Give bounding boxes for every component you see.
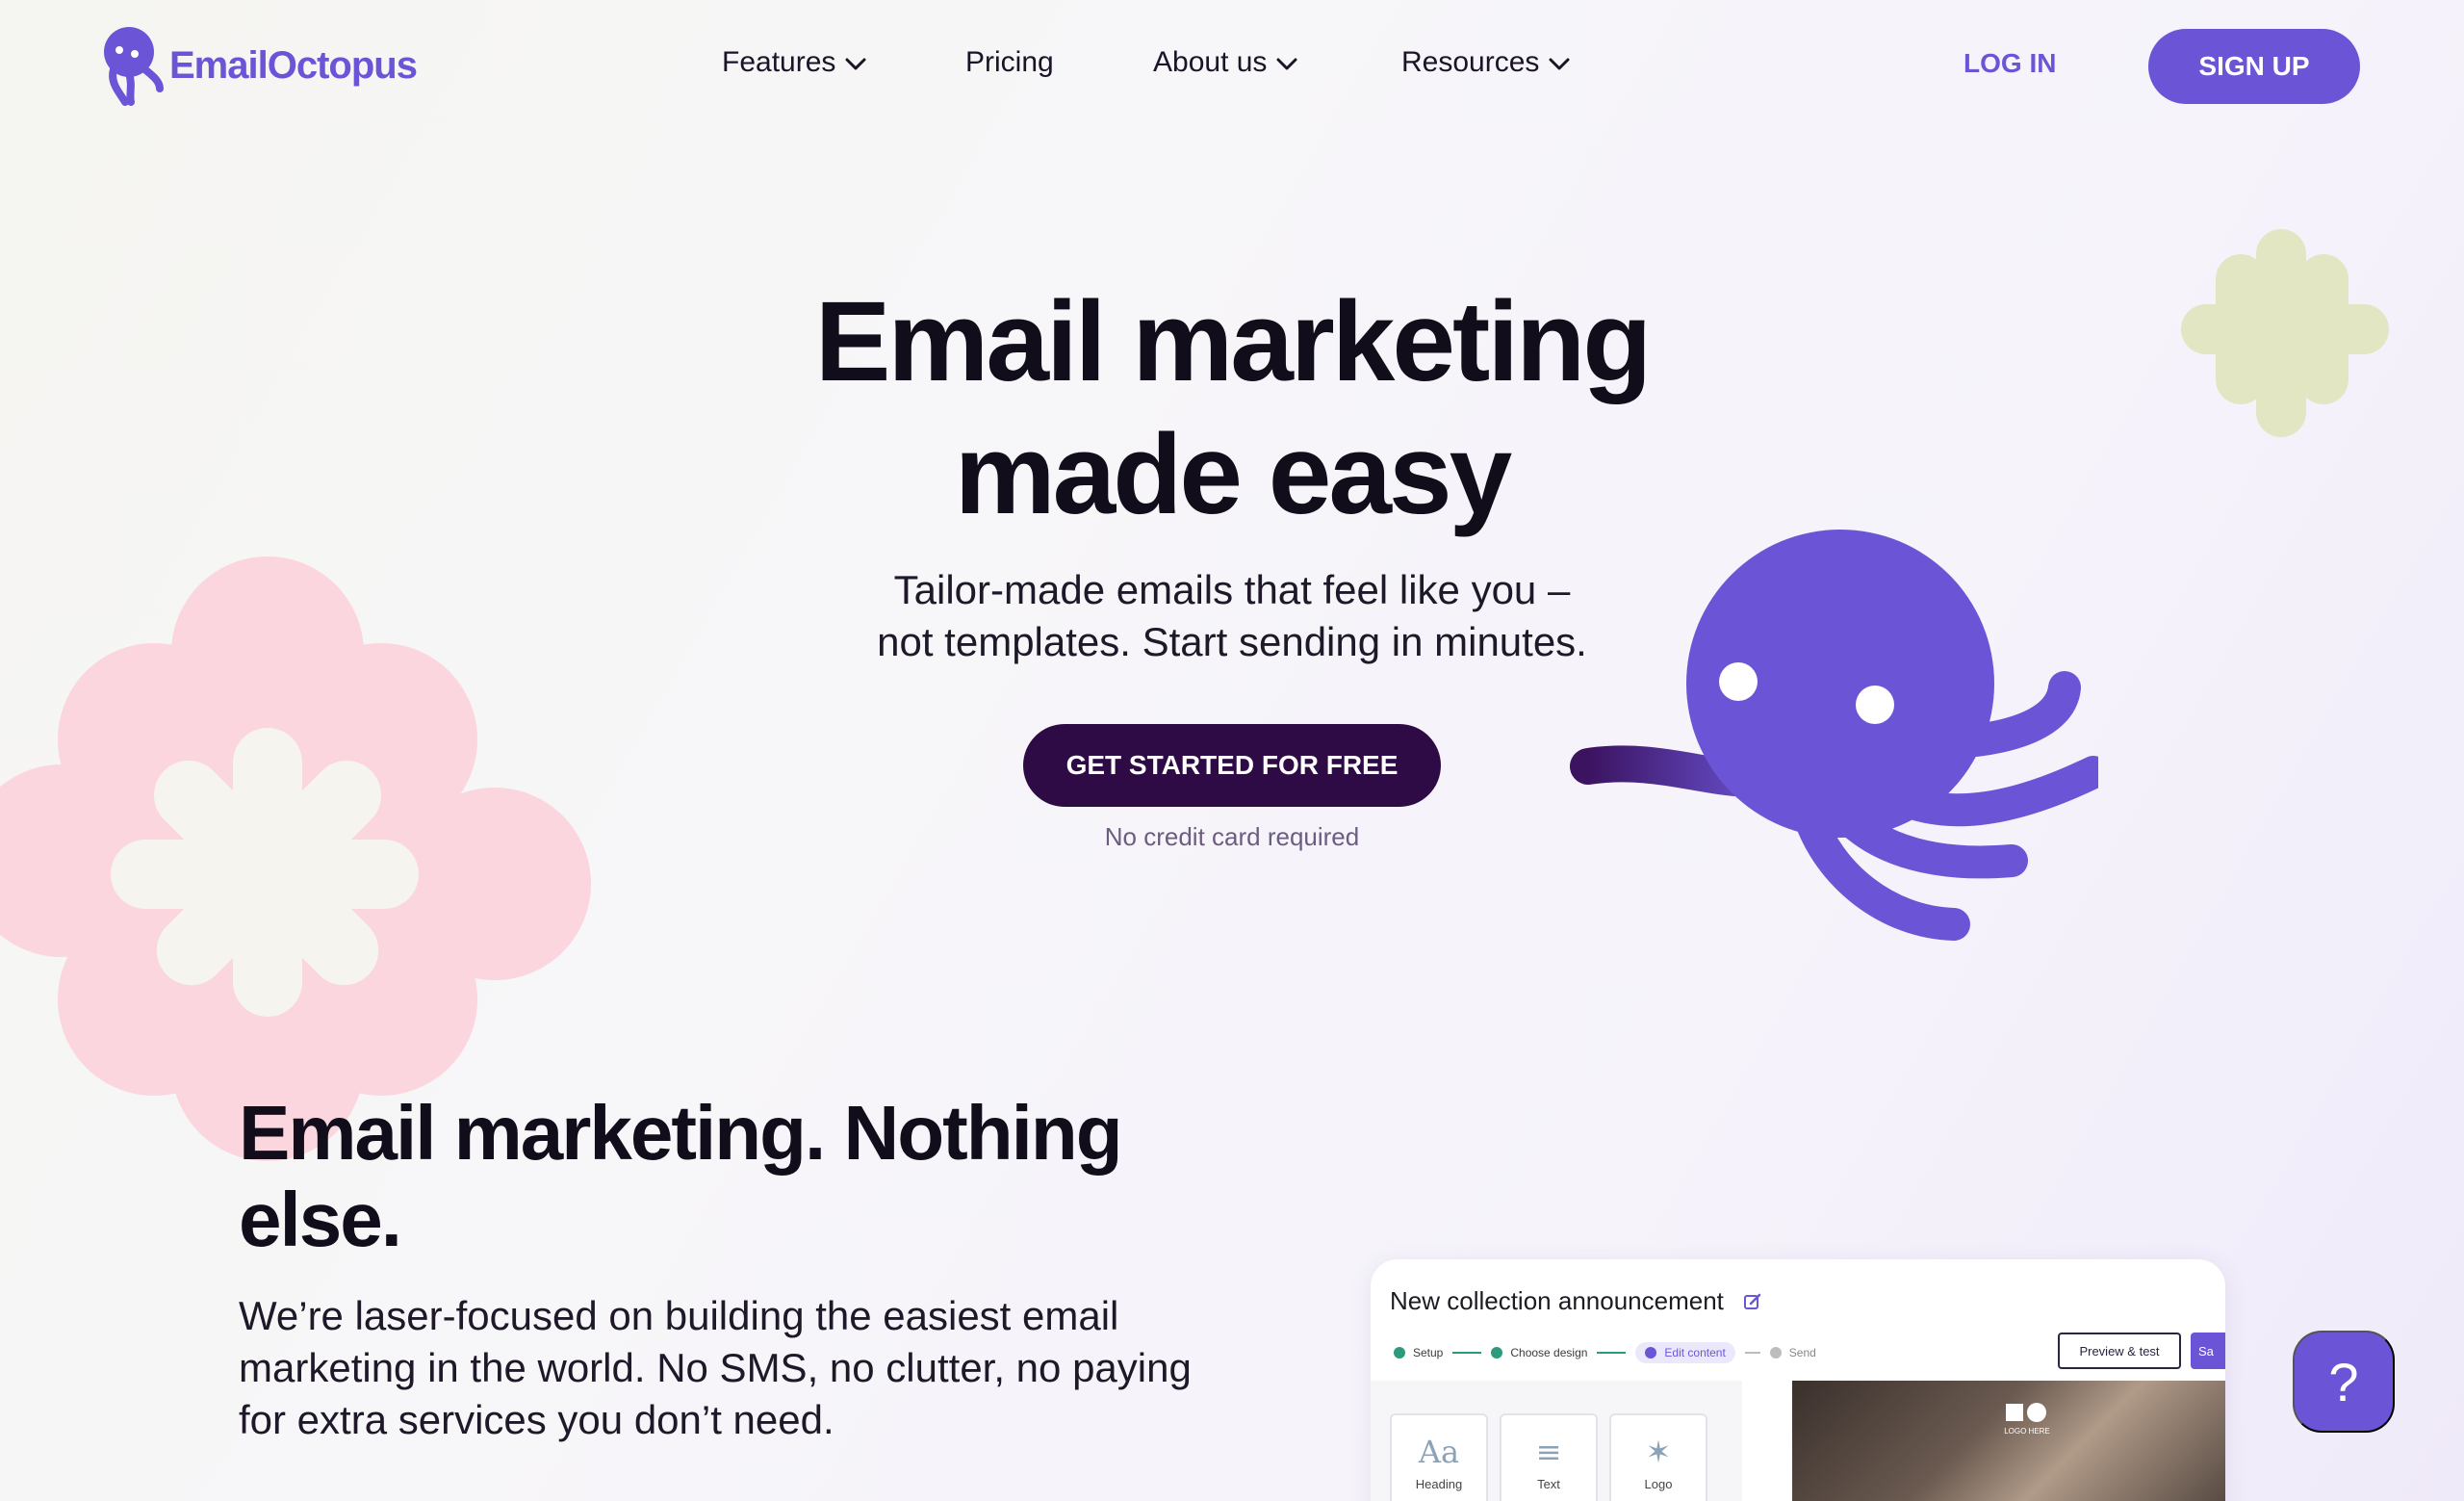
chevron-down-icon [845,58,866,70]
nav-about[interactable]: About us [1153,46,1297,79]
block-label: Logo [1644,1477,1673,1491]
logo-here-label: LOGO HERE [2004,1427,2050,1436]
brand-logo[interactable]: EmailOctopus [100,25,418,106]
signup-button[interactable]: SIGN UP [2148,29,2360,104]
nav-resources-label: Resources [1401,46,1540,78]
logo-star-icon: ✶ [1645,1434,1672,1470]
nav-pricing-label: Pricing [965,46,1054,78]
photo-logo-placeholder: LOGO HERE [2004,1400,2050,1436]
email-hero-photo: LOGO HERE [1792,1381,2225,1501]
preview-title-row: New collection announcement [1390,1286,1762,1316]
nav-resources[interactable]: Resources [1401,46,1570,79]
step-label: Choose design [1510,1346,1588,1359]
step-choose-design[interactable]: Choose design [1491,1346,1587,1359]
hero-title-line2: made easy [954,411,1513,538]
campaign-name: New collection announcement [1390,1286,1724,1315]
block-logo[interactable]: ✶ Logo [1609,1413,1707,1501]
nav-features[interactable]: Features [722,46,866,79]
hero-title-line1: Email marketing [814,278,1653,405]
check-icon [1394,1347,1405,1359]
content-blocks-panel: Aa Heading ≡ Text ✶ Logo [1371,1381,1742,1501]
editor-preview: New collection announcement Setup Choose… [1371,1259,2225,1501]
hero-subtitle: Tailor-made emails that feel like you – … [760,564,1704,668]
login-link[interactable]: LOG IN [1964,48,2056,79]
section-title-line2: else. [239,1177,402,1262]
progress-steps: Setup Choose design Edit content Send [1394,1342,1816,1363]
edit-icon[interactable] [1743,1292,1762,1311]
green-flower-decoration [2181,229,2389,437]
octopus-logo-icon [104,27,164,106]
no-credit-card-note: No credit card required [1104,822,1360,851]
get-started-button[interactable]: GET STARTED FOR FREE [1023,724,1441,807]
block-label: Heading [1415,1477,1463,1491]
hero-subtitle-line1: Tailor-made emails that feel like you – [893,567,1571,612]
current-step-icon [1645,1347,1657,1359]
check-icon [1491,1347,1503,1359]
pending-step-icon [1769,1347,1782,1359]
save-button[interactable]: Sa [2191,1333,2225,1369]
site-header: EmailOctopus Features Pricing About us R… [0,0,2464,135]
step-connector [1744,1352,1760,1354]
section-title-line1: Email marketing. Nothing [239,1090,1123,1176]
section-title: Email marketing. Nothing else. [239,1090,1201,1263]
brand-name: EmailOctopus [169,43,418,87]
text-icon: ≡ [1535,1434,1562,1470]
step-label: Send [1788,1346,1816,1359]
nav-pricing[interactable]: Pricing [965,46,1054,79]
help-button[interactable]: ? [2293,1331,2395,1433]
block-text[interactable]: ≡ Text [1500,1413,1598,1501]
step-label: Edit content [1664,1346,1726,1359]
preview-test-button[interactable]: Preview & test [2058,1333,2181,1369]
step-setup[interactable]: Setup [1394,1346,1443,1359]
step-connector [1452,1352,1482,1354]
hero-title: Email marketing made easy [674,275,1790,541]
placeholder-logo-icon [2006,1403,2046,1422]
step-connector [1597,1352,1627,1354]
block-heading[interactable]: Aa Heading [1390,1413,1488,1501]
chevron-down-icon [1276,58,1297,70]
question-icon: ? [2328,1351,2359,1412]
step-edit-content[interactable]: Edit content [1635,1342,1735,1363]
nav-features-label: Features [722,46,836,78]
step-label: Setup [1413,1346,1444,1359]
hero-subtitle-line2: not templates. Start sending in minutes. [877,619,1587,664]
nav-about-label: About us [1153,46,1268,78]
chevron-down-icon [1549,58,1570,70]
step-send[interactable]: Send [1769,1346,1816,1359]
page: EmailOctopus Features Pricing About us R… [0,0,2464,1501]
block-label: Text [1537,1477,1560,1491]
section-body: We’re laser-focused on building the easi… [239,1293,1192,1442]
heading-icon: Aa [1418,1434,1460,1470]
